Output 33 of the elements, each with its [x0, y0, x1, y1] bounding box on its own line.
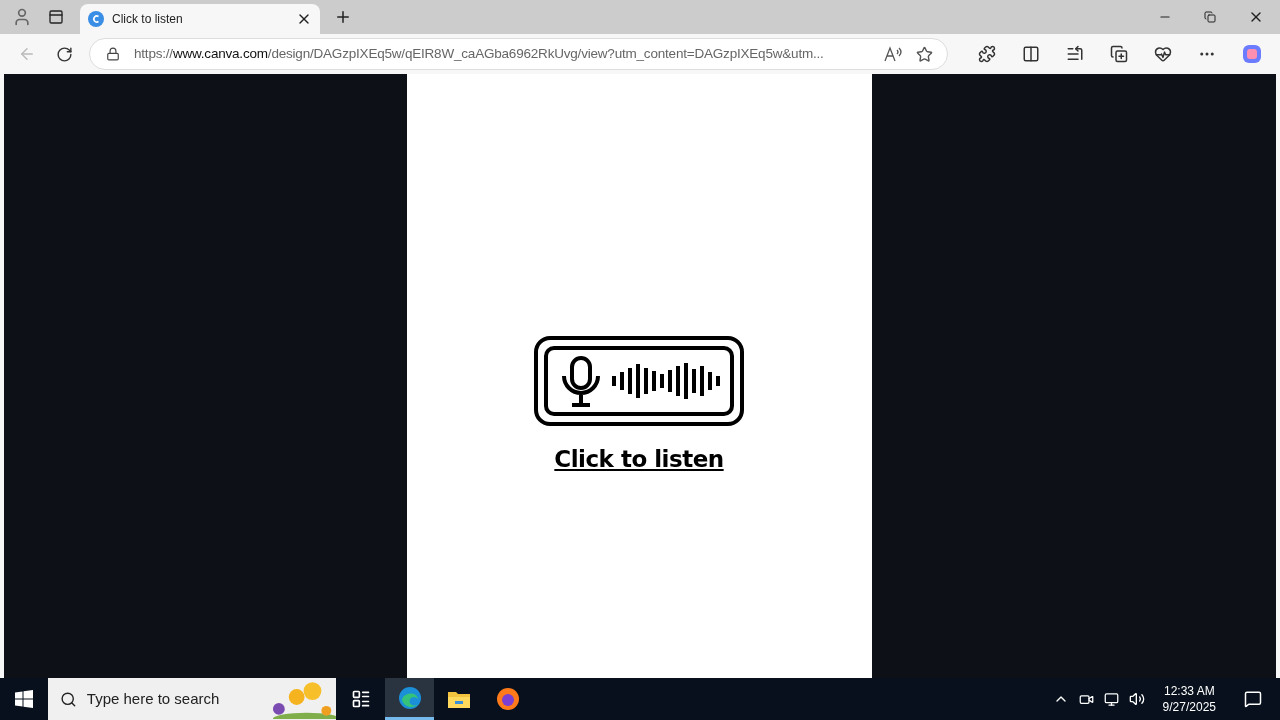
restore-icon[interactable] — [1204, 11, 1216, 23]
site-icon — [88, 11, 104, 27]
tab-actions-icon[interactable] — [48, 9, 64, 25]
profile-icon[interactable] — [12, 7, 32, 27]
network-icon[interactable] — [1103, 691, 1119, 707]
address-bar[interactable]: https://www.canva.com/design/DAGzpIXEq5w/qEIR8W_caAGba6962RkUvg/view?utm_content=DAGzpIXEq5w&utm... — [88, 38, 948, 70]
new-tab-icon[interactable] — [334, 8, 352, 26]
url-text: https://www.canva.com/design/DAGzpIXEq5w/qEIR8W_caAGba6962RkUvg/view?utm_content=DAGzpIXEq5w&utm... — [133, 44, 825, 63]
lock-icon — [105, 47, 120, 61]
clock-time: 12:33 AM — [1163, 683, 1215, 699]
task-view-icon — [350, 689, 371, 709]
windows-icon — [15, 690, 33, 708]
split-screen-icon[interactable] — [1022, 45, 1040, 63]
refresh-icon[interactable] — [56, 45, 73, 63]
browser-icon — [397, 685, 422, 710]
favorite-icon[interactable] — [916, 45, 933, 63]
favorites-icon[interactable] — [1066, 45, 1084, 63]
browser-tab[interactable]: Click to listen — [80, 4, 320, 34]
taskbar-app[interactable] — [385, 678, 434, 720]
voice-message-icon — [534, 336, 744, 426]
search-box[interactable]: Type here to search — [48, 678, 336, 720]
read-aloud-icon[interactable] — [884, 46, 902, 62]
search-field[interactable]: Type here to search — [86, 687, 257, 711]
listen-link[interactable]: Click to listen — [554, 442, 724, 477]
clock-date: 9/27/2025 — [1162, 699, 1216, 715]
tab-title: Click to listen — [112, 11, 184, 28]
folder-icon — [446, 689, 471, 709]
search-icon — [60, 690, 77, 708]
volume-icon[interactable] — [1128, 691, 1145, 707]
browser-essentials-icon[interactable] — [1154, 45, 1172, 63]
extensions-icon[interactable] — [978, 45, 996, 63]
notifications-icon[interactable] — [1244, 690, 1262, 708]
collections-icon[interactable] — [1110, 45, 1128, 63]
